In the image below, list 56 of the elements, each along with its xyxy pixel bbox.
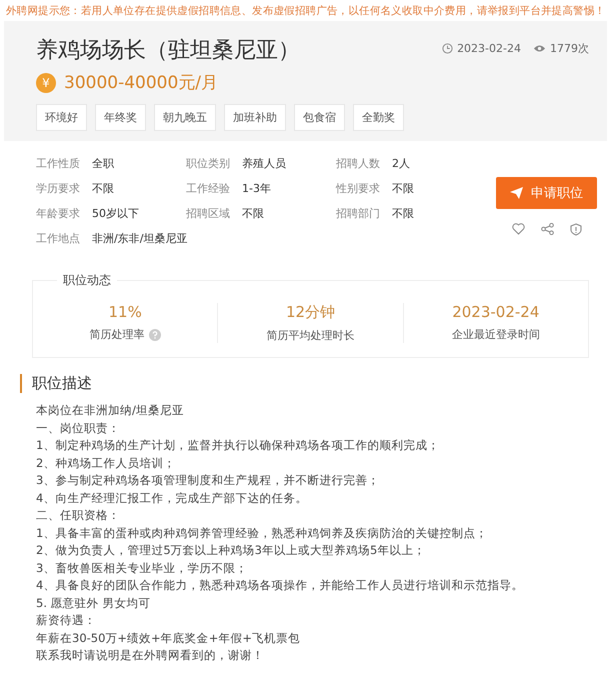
description-line: 5. 愿意驻外 男女均可 xyxy=(36,596,152,610)
field-label: 年龄要求 xyxy=(36,206,80,220)
description-line: 4、具备良好的团队合作能力，熟悉种鸡场各项操作，并能给工作人员进行培训和示范指导。 xyxy=(36,578,524,592)
stat-label: 企业最近登录时间 xyxy=(452,327,540,342)
stat-value: 11% xyxy=(108,303,142,321)
benefit-tag: 包食宿 xyxy=(294,104,345,131)
benefit-tag: 朝九晚五 xyxy=(154,104,216,131)
field-label: 招聘部门 xyxy=(336,206,380,220)
field-label: 招聘人数 xyxy=(336,156,380,170)
description-line: 年薪在30-50万+绩效+年底奖金+年假+飞机票包 xyxy=(36,630,301,644)
benefit-tag: 全勤奖 xyxy=(353,104,404,131)
description-line: 2、做为负责人，管理过5万套以上种鸡场3年以上或大型养鸡场5年以上； xyxy=(36,543,426,557)
field-value: 1-3年 xyxy=(242,180,271,196)
benefit-tag: 环境好 xyxy=(36,104,87,131)
description-line: 本岗位在非洲加纳/坦桑尼亚 xyxy=(36,403,185,417)
field-label: 工作经验 xyxy=(186,180,230,196)
description-line: 联系我时请说明是在外聘网看到的，谢谢！ xyxy=(36,648,265,662)
field-label: 工作性质 xyxy=(36,156,80,170)
field-value: 非洲/东非/坦桑尼亚 xyxy=(92,230,188,246)
field-value: 全职 xyxy=(92,156,114,170)
stat-label: 简历平均处理时长 xyxy=(266,328,354,343)
field-value: 50岁以下 xyxy=(92,206,139,220)
section-title: 职位描述 xyxy=(20,374,607,393)
description-line: 3、畜牧兽医相关专业毕业，学历不限； xyxy=(36,560,248,574)
yen-icon: ¥ xyxy=(36,72,56,92)
view-count: 1779次 xyxy=(550,41,589,56)
description-line: 二、任职资格： xyxy=(36,508,121,522)
stat-value: 12分钟 xyxy=(286,303,336,322)
post-date: 2023-02-24 xyxy=(457,42,521,55)
field-value: 不限 xyxy=(392,180,414,196)
field-value: 养殖人员 xyxy=(242,156,286,170)
field-label: 工作地点 xyxy=(36,230,80,246)
field-label: 性别要求 xyxy=(336,180,380,196)
field-value: 不限 xyxy=(92,180,114,196)
description-line: 3、参与制定种鸡场各项管理制度和生产规程，并不断进行完善； xyxy=(36,473,380,487)
stat-value: 2023-02-24 xyxy=(452,303,540,321)
description-line: 2、种鸡场工作人员培训； xyxy=(36,456,176,470)
description-line: 1、制定种鸡场的生产计划，监督并执行以确保种鸡场各项工作的顺利完成； xyxy=(36,438,440,452)
field-label: 招聘区域 xyxy=(186,206,230,220)
field-value: 不限 xyxy=(242,206,264,220)
description-line: 薪资待遇： xyxy=(36,613,97,627)
field-label: 职位类别 xyxy=(186,156,230,170)
stat-label: 简历处理率 xyxy=(90,327,145,342)
apply-button[interactable]: 申请职位 xyxy=(496,177,597,209)
description-line: 4、向生产经理汇报工作，完成生产部下达的任务。 xyxy=(36,490,308,504)
description-line: 一、岗位职责： xyxy=(36,420,121,434)
field-value: 2人 xyxy=(392,156,410,170)
benefit-tag: 加班补助 xyxy=(224,104,286,131)
field-label: 学历要求 xyxy=(36,180,80,196)
benefit-tag: 年终奖 xyxy=(95,104,146,131)
field-value: 不限 xyxy=(392,206,414,220)
job-title: 养鸡场场长（驻坦桑尼亚） xyxy=(36,37,300,65)
salary: 30000-40000元/月 xyxy=(64,72,218,94)
warning-notice: 外聘网提示您：若用人单位存在提供虚假招聘信息、发布虚假招聘广告，以任何名义收取中介费用，请举报到平台并提高警惕！ xyxy=(5,4,606,19)
stats-title: 职位动态 xyxy=(57,272,117,289)
description-line: 1、具备丰富的蛋种或肉种鸡饲养管理经验，熟悉种鸡饲养及疾病防治的关键控制点； xyxy=(36,526,488,540)
